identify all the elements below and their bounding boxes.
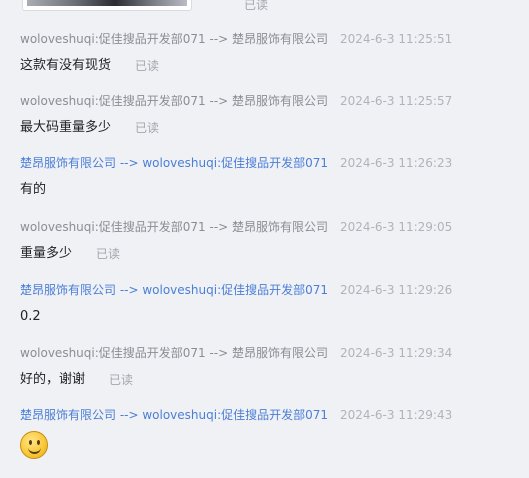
message-time: 2024-6-3 11:29:26 xyxy=(340,283,453,297)
previous-message-remnant: 已读 xyxy=(0,0,529,12)
chat-message: woloveshuqi:促佳搜品开发部071 --> 楚昂服饰有限公司 2024-… xyxy=(20,345,520,389)
message-text: 最大码重量多少 xyxy=(20,120,112,135)
chat-message: 楚昂服饰有限公司 --> woloveshuqi:促佳搜品开发部071 2024-… xyxy=(20,155,520,199)
message-text: 有的 xyxy=(20,182,47,197)
message-time: 2024-6-3 11:29:43 xyxy=(340,408,453,422)
read-status: 已读 xyxy=(135,121,160,135)
message-header: woloveshuqi:促佳搜品开发部071 --> 楚昂服饰有限公司 2024-… xyxy=(20,219,520,235)
message-body: 这款有没有现货 已读 xyxy=(20,57,520,75)
message-header: woloveshuqi:促佳搜品开发部071 --> 楚昂服饰有限公司 2024-… xyxy=(20,93,520,109)
message-body: 最大码重量多少 已读 xyxy=(20,119,520,137)
message-text: 重量多少 xyxy=(20,246,73,261)
image-message-thumbnail[interactable] xyxy=(22,0,192,11)
message-sender: woloveshuqi:促佳搜品开发部071 --> 楚昂服饰有限公司 xyxy=(20,94,329,108)
message-body: 有的 xyxy=(20,181,520,199)
read-status: 已读 xyxy=(96,247,121,261)
chat-message: woloveshuqi:促佳搜品开发部071 --> 楚昂服饰有限公司 2024-… xyxy=(20,93,520,137)
message-time: 2024-6-3 11:29:34 xyxy=(340,346,453,360)
chat-message: woloveshuqi:促佳搜品开发部071 --> 楚昂服饰有限公司 2024-… xyxy=(20,31,520,75)
message-sender: woloveshuqi:促佳搜品开发部071 --> 楚昂服饰有限公司 xyxy=(20,32,329,46)
message-body: 0.2 xyxy=(20,308,520,326)
read-status: 已读 xyxy=(109,373,134,387)
product-photo xyxy=(27,0,187,6)
read-status: 已读 xyxy=(244,0,269,12)
message-sender: 楚昂服饰有限公司 --> woloveshuqi:促佳搜品开发部071 xyxy=(20,283,329,297)
message-text: 好的，谢谢 xyxy=(20,372,86,387)
message-text: 这款有没有现货 xyxy=(20,58,112,73)
message-body xyxy=(20,431,520,459)
message-sender: woloveshuqi:促佳搜品开发部071 --> 楚昂服饰有限公司 xyxy=(20,220,329,234)
message-time: 2024-6-3 11:25:57 xyxy=(340,94,453,108)
message-sender: 楚昂服饰有限公司 --> woloveshuqi:促佳搜品开发部071 xyxy=(20,408,329,422)
chat-message: 楚昂服饰有限公司 --> woloveshuqi:促佳搜品开发部071 2024-… xyxy=(20,407,520,459)
message-header: woloveshuqi:促佳搜品开发部071 --> 楚昂服饰有限公司 2024-… xyxy=(20,345,520,361)
message-time: 2024-6-3 11:25:51 xyxy=(340,32,453,46)
smile-emoji-icon xyxy=(20,431,48,459)
chat-message: woloveshuqi:促佳搜品开发部071 --> 楚昂服饰有限公司 2024-… xyxy=(20,219,520,263)
message-sender: 楚昂服饰有限公司 --> woloveshuqi:促佳搜品开发部071 xyxy=(20,156,329,170)
message-header: 楚昂服饰有限公司 --> woloveshuqi:促佳搜品开发部071 2024-… xyxy=(20,155,520,171)
read-status: 已读 xyxy=(135,59,160,73)
chat-message: 楚昂服饰有限公司 --> woloveshuqi:促佳搜品开发部071 2024-… xyxy=(20,282,520,326)
message-text: 0.2 xyxy=(20,309,41,324)
message-time: 2024-6-3 11:26:23 xyxy=(340,156,453,170)
message-body: 好的，谢谢 已读 xyxy=(20,371,520,389)
message-sender: woloveshuqi:促佳搜品开发部071 --> 楚昂服饰有限公司 xyxy=(20,346,329,360)
message-header: 楚昂服饰有限公司 --> woloveshuqi:促佳搜品开发部071 2024-… xyxy=(20,407,520,423)
message-header: 楚昂服饰有限公司 --> woloveshuqi:促佳搜品开发部071 2024-… xyxy=(20,282,520,298)
message-body: 重量多少 已读 xyxy=(20,245,520,263)
message-time: 2024-6-3 11:29:05 xyxy=(340,220,453,234)
message-header: woloveshuqi:促佳搜品开发部071 --> 楚昂服饰有限公司 2024-… xyxy=(20,31,520,47)
